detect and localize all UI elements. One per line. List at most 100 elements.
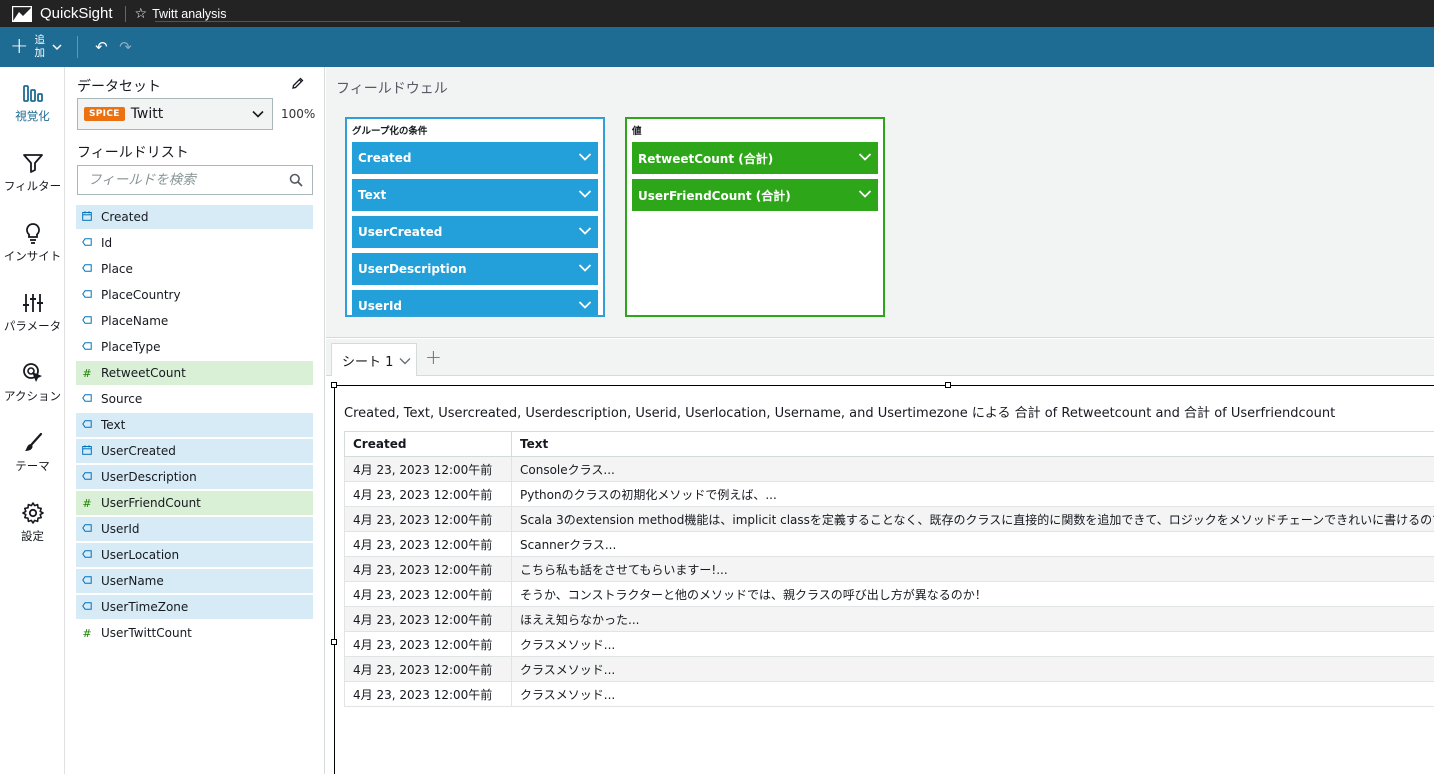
table-visual[interactable]: Created, Text, Usercreated, Userdescript… — [331, 382, 1434, 774]
field-search-input[interactable] — [88, 172, 278, 188]
rail-item-visualize[interactable]: 視覚化 — [0, 81, 65, 124]
field-list-item[interactable]: # RetweetCount — [76, 361, 313, 385]
field-name: UserTwittCount — [101, 626, 192, 640]
rail-item-filter[interactable]: フィルター — [0, 151, 65, 194]
chevron-down-icon[interactable] — [858, 151, 872, 165]
rail-item-settings[interactable]: 設定 — [0, 501, 65, 544]
spice-percent: 100% — [281, 107, 316, 121]
analysis-name[interactable]: Twitt analysis — [152, 7, 226, 21]
search-icon[interactable] — [289, 173, 303, 187]
sheet-canvas: Created, Text, Usercreated, Userdescript… — [326, 377, 1434, 774]
dataset-name: Twitt — [130, 106, 164, 122]
field-well-chip[interactable]: Created — [352, 142, 598, 174]
field-list-item[interactable]: UserName — [76, 569, 313, 593]
table-row[interactable]: 4月 23, 2023 12:00午前 クラスメソッド... — [344, 656, 1434, 682]
column-header[interactable]: Text — [511, 431, 1434, 457]
table-row[interactable]: 4月 23, 2023 12:00午前 こちら私も話をさせてもらいますー!... — [344, 556, 1434, 582]
field-list-item[interactable]: UserTimeZone — [76, 595, 313, 619]
chevron-down-icon — [52, 41, 62, 54]
field-list-item[interactable]: UserCreated — [76, 439, 313, 463]
column-header[interactable]: Created — [344, 431, 512, 457]
value-well[interactable]: 値 RetweetCount (合計) UserFriendCount (合計) — [625, 117, 885, 317]
field-list-item[interactable]: Source — [76, 387, 313, 411]
dimension-icon — [82, 341, 92, 353]
table-row[interactable]: 4月 23, 2023 12:00午前 Pythonのクラスの初期化メソッドで例え… — [344, 481, 1434, 507]
table-row[interactable]: 4月 23, 2023 12:00午前 クラスメソッド... — [344, 681, 1434, 707]
field-list-item[interactable]: Id — [76, 231, 313, 255]
chip-label: Created — [358, 151, 412, 165]
table-cell: 4月 23, 2023 12:00午前 — [344, 631, 512, 657]
field-list-item[interactable]: PlaceType — [76, 335, 313, 359]
field-well-chip[interactable]: UserId — [352, 290, 598, 315]
rail-item-themes[interactable]: テーマ — [0, 431, 65, 474]
resize-handle[interactable] — [945, 382, 951, 388]
field-well-chip[interactable]: UserCreated — [352, 216, 598, 248]
tab-sheet-1[interactable]: シート 1 — [331, 343, 417, 376]
field-well-chip[interactable]: Text — [352, 179, 598, 211]
rail-item-actions[interactable]: アクション — [0, 361, 65, 404]
field-name: Text — [101, 418, 126, 432]
field-name: PlaceCountry — [101, 288, 181, 302]
field-list-item[interactable]: UserId — [76, 517, 313, 541]
field-name: Place — [101, 262, 133, 276]
field-list-item[interactable]: # UserFriendCount — [76, 491, 313, 515]
chevron-down-icon[interactable] — [578, 151, 592, 165]
dimension-icon — [82, 523, 92, 535]
field-list-item[interactable]: # UserTwittCount — [76, 621, 313, 645]
field-well-chip[interactable]: RetweetCount (合計) — [632, 142, 878, 174]
chevron-down-icon[interactable] — [578, 188, 592, 202]
table-cell: Consoleクラス... — [511, 456, 1434, 482]
app-name[interactable]: QuickSight — [40, 5, 113, 22]
measure-icon: # — [82, 496, 92, 510]
table-cell: 4月 23, 2023 12:00午前 — [344, 481, 512, 507]
table-cell: 4月 23, 2023 12:00午前 — [344, 656, 512, 682]
table-cell: Scannerクラス... — [511, 531, 1434, 557]
chip-label: UserDescription — [358, 262, 467, 276]
table-cell: Pythonのクラスの初期化メソッドで例えば、... — [511, 481, 1434, 507]
table-row[interactable]: 4月 23, 2023 12:00午前 そうか、コンストラクターと他のメソッドでは… — [344, 581, 1434, 607]
field-list-item[interactable]: UserLocation — [76, 543, 313, 567]
quicksight-logo-icon[interactable] — [11, 5, 33, 22]
rail-item-insights[interactable]: インサイト — [0, 221, 65, 264]
table-row[interactable]: 4月 23, 2023 12:00午前 Scannerクラス... — [344, 531, 1434, 557]
redo-icon[interactable]: ↷ — [116, 38, 134, 56]
field-list-item[interactable]: PlaceCountry — [76, 283, 313, 307]
pencil-icon[interactable] — [291, 76, 305, 90]
table-row[interactable]: 4月 23, 2023 12:00午前 ほええ知らなかった... — [344, 606, 1434, 632]
star-icon[interactable]: ☆ — [135, 6, 148, 22]
field-list-item[interactable]: PlaceName — [76, 309, 313, 333]
field-list-item[interactable]: Created — [76, 205, 313, 229]
add-sheet-icon[interactable]: + — [425, 345, 442, 369]
resize-handle[interactable] — [331, 639, 337, 645]
rail-item-parameters[interactable]: パラメータ — [0, 291, 65, 334]
field-well-chip[interactable]: UserDescription — [352, 253, 598, 285]
field-list-item[interactable]: UserDescription — [76, 465, 313, 489]
field-well-chip[interactable]: UserFriendCount (合計) — [632, 179, 878, 211]
chevron-down-icon[interactable] — [578, 225, 592, 239]
dimension-icon — [82, 263, 92, 275]
dataset-select[interactable]: SPICE Twitt — [77, 98, 273, 130]
chevron-down-icon[interactable] — [578, 299, 592, 313]
chip-label: Text — [358, 188, 387, 202]
add-button[interactable]: + 追加 — [10, 34, 62, 60]
group-by-well[interactable]: グループ化の条件 Created Text UserCreated UserDescr… — [345, 117, 605, 317]
visual-title[interactable]: Created, Text, Usercreated, Userdescript… — [344, 402, 1335, 421]
dataset-title: データセット — [77, 79, 161, 95]
table-cell: クラスメソッド... — [511, 656, 1434, 682]
table-row[interactable]: 4月 23, 2023 12:00午前 Scala 3のextension met… — [344, 506, 1434, 532]
dimension-icon — [82, 471, 92, 483]
chevron-down-icon[interactable] — [399, 355, 411, 365]
field-list-item[interactable]: Text — [76, 413, 313, 437]
table-row[interactable]: 4月 23, 2023 12:00午前 クラスメソッド... — [344, 631, 1434, 657]
field-list-item[interactable]: Place — [76, 257, 313, 281]
table-row[interactable]: 4月 23, 2023 12:00午前 Consoleクラス... — [344, 456, 1434, 482]
chevron-down-icon[interactable] — [858, 188, 872, 202]
resize-handle[interactable] — [331, 382, 337, 388]
chevron-down-icon[interactable] — [578, 262, 592, 276]
table-cell: こちら私も話をさせてもらいますー!... — [511, 556, 1434, 582]
bar-chart-icon — [21, 81, 45, 105]
undo-icon[interactable]: ↶ — [92, 38, 110, 56]
top-bar: QuickSight ☆ Twitt analysis — [0, 0, 1434, 27]
dimension-icon — [82, 575, 92, 587]
chip-label: RetweetCount (合計) — [638, 151, 774, 166]
